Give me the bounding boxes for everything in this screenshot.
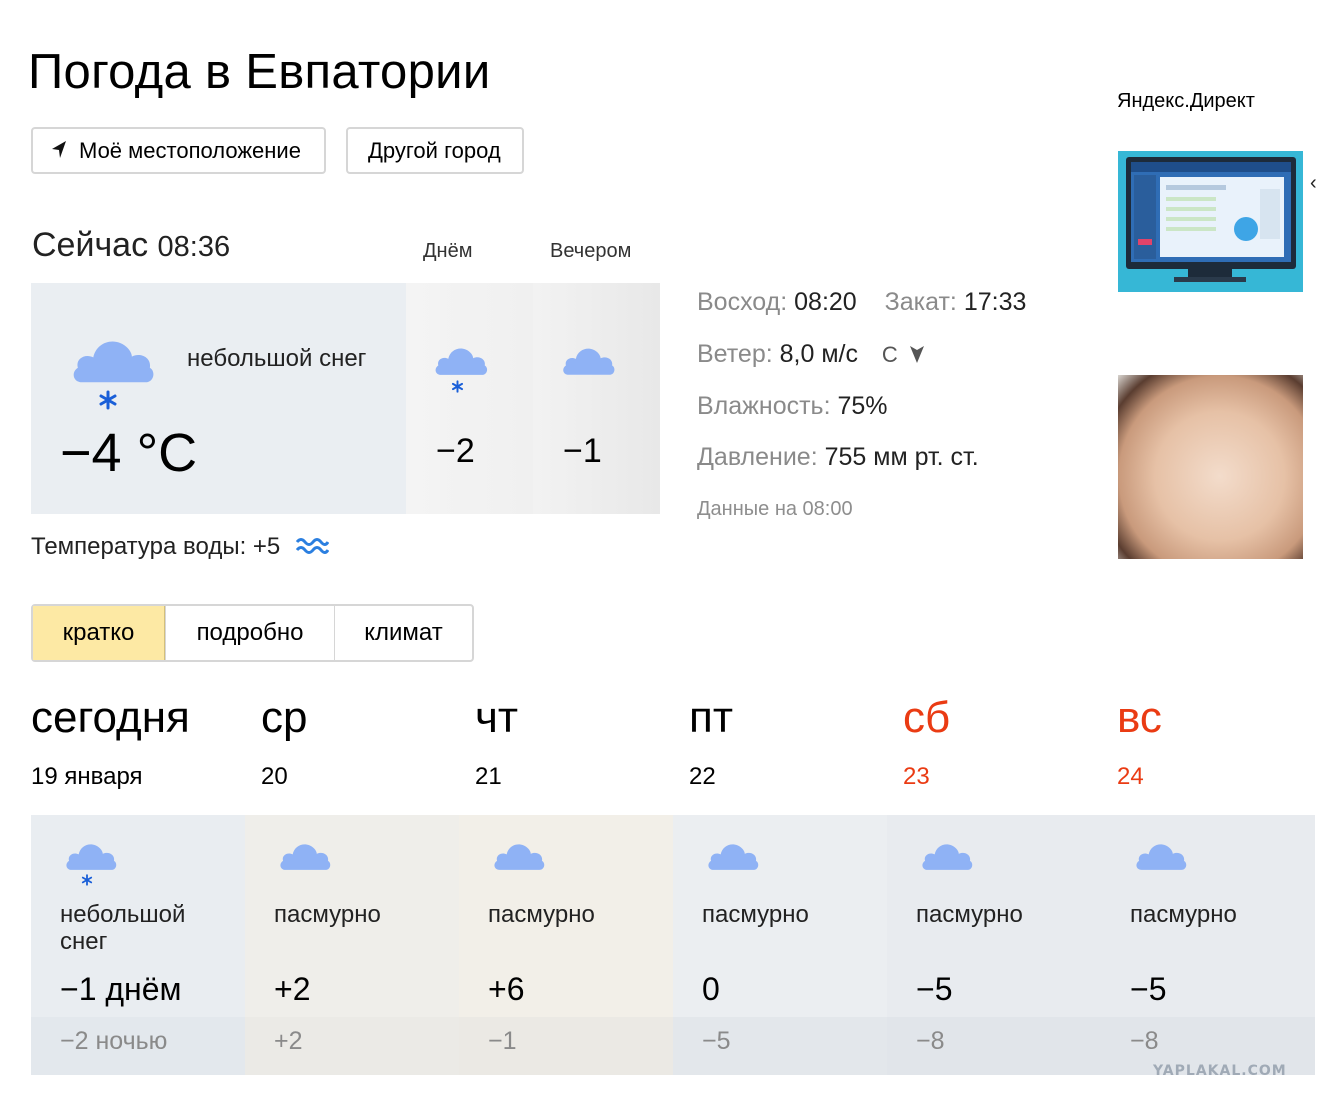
day-period-label: Днём bbox=[423, 240, 473, 262]
cloud-icon bbox=[1136, 844, 1187, 870]
evening-period-label: Вечером bbox=[550, 240, 632, 262]
pressure: Давление: 755 мм рт. ст. bbox=[697, 443, 979, 472]
ad-text-edge: ‹ bbox=[1310, 172, 1317, 194]
cloud-snow-icon bbox=[435, 348, 488, 393]
wind-direction: С bbox=[881, 342, 898, 367]
forecast-condition: пасмурно bbox=[1130, 901, 1237, 928]
wind: Ветер: 8,0 м/с С bbox=[697, 340, 925, 369]
forecast-day-card[interactable]: пасмурно −5 −8 bbox=[887, 815, 1101, 1075]
watermark: YAPLAKAL.COM bbox=[1153, 1063, 1287, 1079]
wind-direction-arrow-icon bbox=[909, 346, 924, 363]
forecast-condition: пасмурно bbox=[274, 901, 381, 928]
forecast-condition: пасмурно bbox=[702, 901, 809, 928]
forecast-day-temp: −5 bbox=[1130, 971, 1167, 1007]
day-date: 19 января bbox=[31, 763, 143, 790]
forecast-night-temp: +2 bbox=[274, 1027, 303, 1055]
humidity: Влажность: 75% bbox=[697, 392, 888, 421]
day-date: 24 bbox=[1117, 763, 1144, 790]
wind-value: 8,0 м/с bbox=[779, 340, 858, 368]
evening-temperature: −1 bbox=[563, 432, 602, 470]
sunset-value: 17:33 bbox=[963, 288, 1027, 316]
day-temperature: −2 bbox=[436, 432, 475, 470]
day-date: 21 bbox=[475, 763, 502, 790]
pressure-value: 755 мм рт. ст. bbox=[824, 443, 979, 471]
cloud-icon bbox=[494, 844, 545, 870]
ads-label[interactable]: Яндекс.Директ bbox=[1117, 90, 1255, 113]
evening-forecast-card bbox=[533, 283, 660, 514]
other-city-button[interactable]: Другой город bbox=[346, 127, 524, 174]
water-temperature: Температура воды: +5 bbox=[31, 533, 330, 561]
forecast-day-card[interactable]: пасмурно +2 +2 bbox=[245, 815, 459, 1075]
forecast-night-temp: −8 bbox=[1130, 1027, 1159, 1055]
now-time: 08:36 bbox=[157, 231, 231, 263]
forecast-condition: небольшой снег bbox=[60, 901, 186, 955]
my-location-label: Моё местоположение bbox=[79, 138, 301, 163]
day-date: 23 bbox=[903, 763, 930, 790]
day-name: сб bbox=[903, 693, 951, 742]
ad-image-monitor[interactable] bbox=[1118, 151, 1303, 292]
pressure-label: Давление: bbox=[697, 443, 818, 471]
water-waves-icon bbox=[295, 538, 330, 554]
monitor-illustration bbox=[1118, 151, 1303, 292]
tab-brief[interactable]: кратко bbox=[33, 606, 165, 660]
cloud-icon bbox=[280, 844, 331, 870]
forecast-night-temp: −8 bbox=[916, 1027, 945, 1055]
day-name: ср bbox=[261, 693, 308, 742]
wind-label: Ветер: bbox=[697, 340, 773, 368]
forecast-day-temp: −1 днём bbox=[60, 971, 182, 1007]
forecast-condition: пасмурно bbox=[916, 901, 1023, 928]
forecast-night-temp: −1 bbox=[488, 1027, 517, 1055]
water-temperature-label: Температура воды: +5 bbox=[31, 533, 281, 560]
day-name: вс bbox=[1117, 693, 1162, 742]
location-arrow-icon bbox=[52, 141, 66, 158]
data-timestamp: Данные на 08:00 bbox=[697, 498, 853, 520]
humidity-label: Влажность: bbox=[697, 392, 831, 420]
forecast-day-temp: +2 bbox=[274, 971, 311, 1007]
sun-times: Восход: 08:20 Закат: 17:33 bbox=[697, 288, 1026, 317]
tab-climate[interactable]: климат bbox=[334, 606, 472, 660]
day-name: пт bbox=[689, 693, 733, 742]
forecast-day-temp: 0 bbox=[702, 971, 720, 1007]
current-condition: небольшой снег bbox=[187, 345, 367, 372]
forecast-day-card[interactable]: небольшой снег −1 днём −2 ночью bbox=[31, 815, 245, 1075]
humidity-value: 75% bbox=[837, 392, 888, 420]
tab-detailed[interactable]: подробно bbox=[165, 606, 334, 660]
forecast-day-temp: +6 bbox=[488, 971, 525, 1007]
forecast-day-temp: −5 bbox=[916, 971, 953, 1007]
forecast-night-temp: −2 ночью bbox=[60, 1027, 168, 1055]
my-location-button[interactable]: Моё местоположение bbox=[31, 127, 326, 174]
day-name: сегодня bbox=[31, 693, 190, 742]
forecast-tabs: кратко подробно климат bbox=[31, 604, 474, 662]
day-forecast-card bbox=[406, 283, 533, 514]
page-title: Погода в Евпатории bbox=[28, 45, 491, 99]
current-temperature: −4 °C bbox=[60, 423, 198, 483]
sunset-label: Закат: bbox=[884, 288, 957, 316]
cloud-icon bbox=[563, 348, 615, 375]
cloud-icon bbox=[922, 844, 973, 870]
day-date: 20 bbox=[261, 763, 288, 790]
now-label: Сейчас bbox=[32, 226, 149, 264]
cloud-snow-icon bbox=[73, 341, 154, 410]
forecast-day-card[interactable]: пасмурно +6 −1 bbox=[459, 815, 673, 1075]
day-name: чт bbox=[475, 693, 519, 742]
cloud-icon bbox=[708, 844, 759, 870]
forecast-condition: пасмурно bbox=[488, 901, 595, 928]
forecast-day-card[interactable]: пасмурно −5 −8 bbox=[1101, 815, 1315, 1075]
sunrise-value: 08:20 bbox=[794, 288, 857, 316]
forecast-day-card[interactable]: пасмурно 0 −5 bbox=[673, 815, 887, 1075]
ad-image-head[interactable] bbox=[1118, 375, 1303, 559]
cloud-snow-icon bbox=[66, 844, 117, 886]
now-heading: Сейчас 08:36 bbox=[32, 226, 230, 265]
forecast-night-temp: −5 bbox=[702, 1027, 731, 1055]
forecast-header: сегодня 19 января ср 20 чт 21 пт 22 сб 2… bbox=[31, 693, 1315, 815]
day-date: 22 bbox=[689, 763, 716, 790]
sunrise-label: Восход: bbox=[697, 288, 788, 316]
